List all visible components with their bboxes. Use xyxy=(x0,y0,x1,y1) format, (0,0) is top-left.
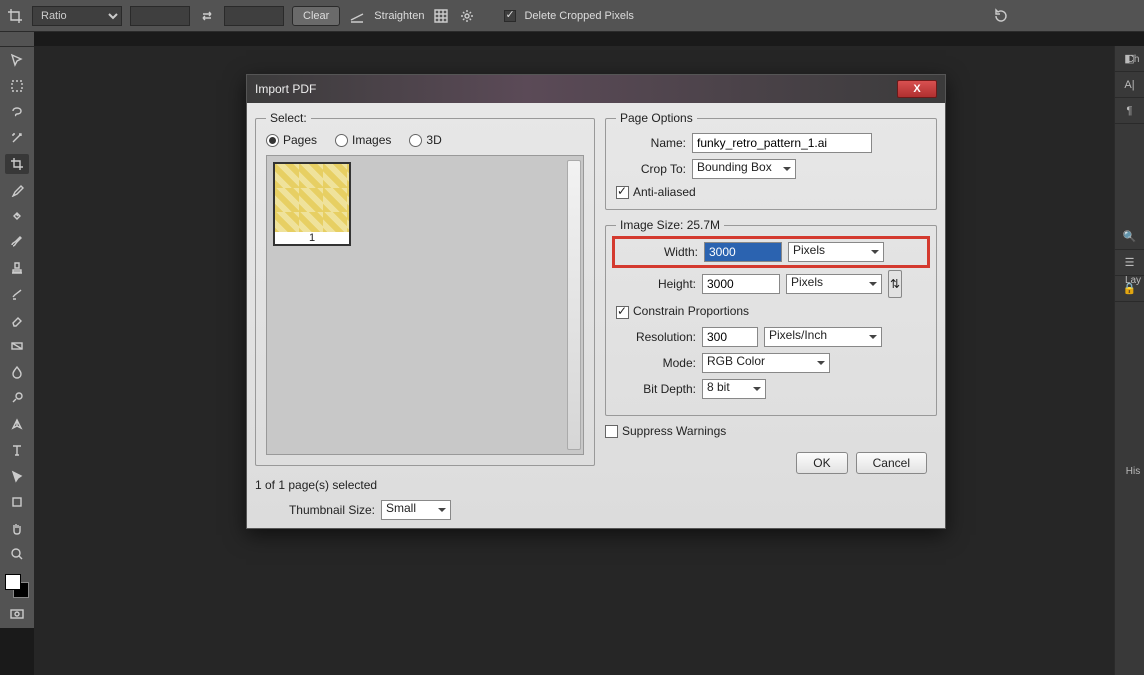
lasso-tool-icon[interactable] xyxy=(5,102,29,122)
foreground-background-swatch[interactable] xyxy=(5,574,29,598)
panel-icon[interactable]: ¶ xyxy=(1115,98,1144,124)
panel-icon[interactable]: 🔒 xyxy=(1115,276,1144,302)
import-pdf-dialog: Import PDF X Select: Pages Images 3D 1 xyxy=(246,74,946,529)
radio-images[interactable]: Images xyxy=(335,133,391,147)
move-tool-icon[interactable] xyxy=(5,50,29,70)
dialog-titlebar[interactable]: Import PDF X xyxy=(247,75,945,103)
zoom-tool-icon[interactable] xyxy=(5,544,29,564)
close-button[interactable]: X xyxy=(897,80,937,98)
grid-icon[interactable] xyxy=(432,7,450,25)
thumbnail-size-label: Thumbnail Size: xyxy=(255,503,375,517)
resolution-input[interactable] xyxy=(702,327,758,347)
crop-label: Crop To: xyxy=(616,162,686,176)
bitdepth-label: Bit Depth: xyxy=(616,382,696,396)
page-options-legend: Page Options xyxy=(616,111,697,125)
mode-label: Mode: xyxy=(616,356,696,370)
eyedropper-tool-icon[interactable] xyxy=(5,180,29,200)
crop-tool-icon-side[interactable] xyxy=(5,154,29,174)
gradient-tool-icon[interactable] xyxy=(5,336,29,356)
pages-selected-text: 1 of 1 page(s) selected xyxy=(255,478,595,492)
radio-3d[interactable]: 3D xyxy=(409,133,441,147)
mode-select[interactable]: RGB Color xyxy=(702,353,830,373)
cancel-button[interactable]: Cancel xyxy=(856,452,927,474)
panel-icon[interactable]: 🔍 xyxy=(1115,224,1144,250)
ratio-select[interactable]: Ratio xyxy=(32,6,122,26)
thumbnail-size-select[interactable]: Small xyxy=(381,500,451,520)
width-row-highlight: Width: Pixels xyxy=(616,240,926,264)
shape-tool-icon[interactable] xyxy=(5,492,29,512)
clear-button[interactable]: Clear xyxy=(292,6,340,26)
crop-tool-icon[interactable] xyxy=(6,7,24,25)
page-thumbnail[interactable]: 1 xyxy=(273,162,351,246)
tools-palette xyxy=(0,46,34,628)
ok-button[interactable]: OK xyxy=(796,452,847,474)
brush-tool-icon[interactable] xyxy=(5,232,29,252)
straighten-icon[interactable] xyxy=(348,7,366,25)
antialias-checkbox[interactable]: Anti-aliased xyxy=(616,185,696,199)
wand-tool-icon[interactable] xyxy=(5,128,29,148)
resolution-units-select[interactable]: Pixels/Inch xyxy=(764,327,882,347)
type-tool-icon[interactable] xyxy=(5,440,29,460)
path-select-icon[interactable] xyxy=(5,466,29,486)
swap-dimensions-icon[interactable] xyxy=(198,7,216,25)
link-dimensions-icon[interactable]: ⇅ xyxy=(888,270,902,298)
width-input[interactable] xyxy=(704,242,782,262)
eraser-tool-icon[interactable] xyxy=(5,310,29,330)
marquee-tool-icon[interactable] xyxy=(5,76,29,96)
page-options-group: Page Options Name: Crop To: Bounding Box… xyxy=(605,111,937,210)
thumbnail-list[interactable]: 1 xyxy=(266,155,584,455)
quickmask-icon[interactable] xyxy=(5,604,29,624)
name-label: Name: xyxy=(616,136,686,150)
constrain-checkbox[interactable]: Constrain Proportions xyxy=(616,304,926,318)
height-label: Height: xyxy=(616,277,696,291)
blur-tool-icon[interactable] xyxy=(5,362,29,382)
options-bar: Ratio Clear Straighten Delete Cropped Pi… xyxy=(0,0,1144,32)
delete-cropped-checkbox[interactable] xyxy=(504,10,516,22)
height-units-select[interactable]: Pixels xyxy=(786,274,882,294)
hand-tool-icon[interactable] xyxy=(5,518,29,538)
select-group: Select: Pages Images 3D 1 xyxy=(255,111,595,466)
crop-width-input[interactable] xyxy=(130,6,190,26)
scrollbar[interactable] xyxy=(567,160,581,450)
heal-tool-icon[interactable] xyxy=(5,206,29,226)
image-size-group: Image Size: 25.7M Width: Pixels Height: … xyxy=(605,218,937,415)
delete-cropped-label: Delete Cropped Pixels xyxy=(524,10,633,22)
panel-icon[interactable]: ◧ xyxy=(1115,46,1144,72)
name-input[interactable] xyxy=(692,133,872,153)
panel-icon[interactable]: A| xyxy=(1115,72,1144,98)
dialog-title: Import PDF xyxy=(255,82,316,96)
width-units-select[interactable]: Pixels xyxy=(788,242,884,262)
reset-icon[interactable] xyxy=(992,7,1010,25)
right-panel-rail: ◧ A| ¶ 🔍 ☰ 🔒 xyxy=(1114,46,1144,675)
bitdepth-select[interactable]: 8 bit xyxy=(702,379,766,399)
image-size-legend: Image Size: 25.7M xyxy=(616,218,724,232)
width-label: Width: xyxy=(618,245,698,259)
gear-icon[interactable] xyxy=(458,7,476,25)
stamp-tool-icon[interactable] xyxy=(5,258,29,278)
suppress-warnings-checkbox[interactable]: Suppress Warnings xyxy=(605,424,937,438)
straighten-label: Straighten xyxy=(374,10,424,22)
height-input[interactable] xyxy=(702,274,780,294)
dodge-tool-icon[interactable] xyxy=(5,388,29,408)
radio-pages[interactable]: Pages xyxy=(266,133,317,147)
crop-select[interactable]: Bounding Box xyxy=(692,159,796,179)
panel-icon[interactable]: ☰ xyxy=(1115,250,1144,276)
thumbnail-number: 1 xyxy=(275,232,349,244)
resolution-label: Resolution: xyxy=(616,330,696,344)
select-legend: Select: xyxy=(266,111,311,125)
history-brush-icon[interactable] xyxy=(5,284,29,304)
pen-tool-icon[interactable] xyxy=(5,414,29,434)
crop-height-input[interactable] xyxy=(224,6,284,26)
